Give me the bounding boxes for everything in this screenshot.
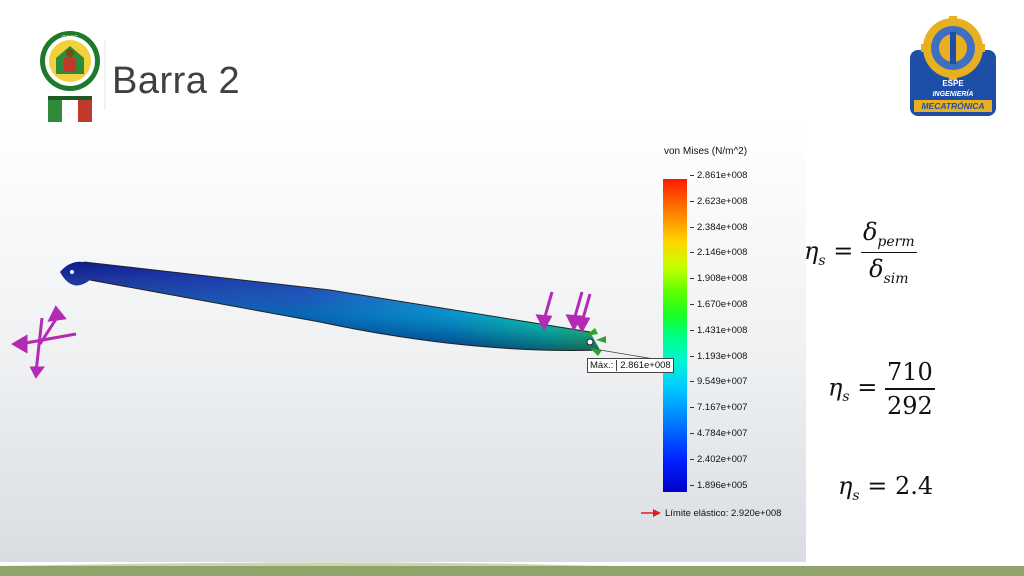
load-arrows-icon xyxy=(535,291,592,334)
eq1-den: δ xyxy=(869,255,884,284)
yield-label: Límite elástico: 2.920e+008 xyxy=(665,508,782,519)
eq1-lhs: η xyxy=(804,237,819,266)
legend-tick-label: 1.670e+008 xyxy=(690,299,756,310)
max-label-text: Máx.: xyxy=(590,360,614,371)
legend-tick-label: 1.431e+008 xyxy=(690,325,756,336)
legend-tick-label: 2.861e+008 xyxy=(690,170,756,181)
eq2-fraction: 710 292 xyxy=(884,358,935,420)
equation-safety-factor-definition: ηs = δperm δsim xyxy=(804,218,917,287)
eq1-den-sub: sim xyxy=(883,271,909,288)
legend-color-scale xyxy=(663,179,687,492)
espe-ingenieria-mecatronica-icon: ESPE INGENIERÍA MECATRÓNICA xyxy=(910,16,996,116)
eq3-op: = xyxy=(867,472,888,500)
eq1-lhs-sub: s xyxy=(818,252,826,269)
max-value: 2.861e+008 xyxy=(616,360,671,371)
left-restraint-icon xyxy=(11,305,77,379)
logo-line-2: INGENIERÍA xyxy=(933,89,974,98)
eq2-den: 292 xyxy=(886,391,933,420)
eq1-num-sub: perm xyxy=(877,233,915,250)
eq2-op: = xyxy=(857,373,878,402)
legend-tick-label: 2.146e+008 xyxy=(690,247,756,258)
logo-line-3: MECATRÓNICA xyxy=(921,100,984,111)
title-divider xyxy=(104,40,106,110)
eq3-lhs-sub: s xyxy=(852,487,860,504)
legend-tick-label: 9.549e+007 xyxy=(690,376,756,387)
legend-tick-label: 7.167e+007 xyxy=(690,402,756,413)
eq1-fraction: δperm δsim xyxy=(860,218,917,288)
legend-tick-label: 1.193e+008 xyxy=(690,351,756,362)
legend-title: von Mises (N/m^2) xyxy=(664,146,748,157)
red-arrow-icon xyxy=(641,509,661,518)
slide-title: Barra 2 xyxy=(112,60,241,102)
logo-line-1: ESPE xyxy=(942,79,964,88)
eq1-num: δ xyxy=(862,218,878,246)
eq1-op: = xyxy=(833,237,854,266)
espe-seal-logo: ESPE xyxy=(38,28,102,124)
eq3-lhs: η xyxy=(838,472,853,500)
legend-tick-label: 2.402e+007 xyxy=(690,454,756,465)
beam-hole xyxy=(70,270,74,274)
legend-tick-label: 2.623e+008 xyxy=(690,196,756,207)
yield-limit: Límite elástico: 2.920e+008 xyxy=(641,508,781,519)
max-annotation: Máx.: 2.861e+008 xyxy=(587,358,674,373)
seal-text: ESPE xyxy=(62,36,78,42)
eq2-num: 710 xyxy=(886,358,933,386)
legend-tick-label: 1.896e+005 xyxy=(690,480,756,491)
legend-tick-label: 2.384e+008 xyxy=(690,222,756,233)
espe-seal-icon: ESPE xyxy=(40,31,100,122)
equation-safety-factor-result: ηs = 2.4 xyxy=(838,472,933,504)
eq2-lhs-sub: s xyxy=(842,389,850,406)
eq3-rhs: 2.4 xyxy=(894,472,934,500)
legend-tick-label: 4.784e+007 xyxy=(690,428,756,439)
eq2-lhs: η xyxy=(828,373,843,402)
footer-band xyxy=(0,566,1024,576)
mecatronica-logo: ESPE INGENIERÍA MECATRÓNICA xyxy=(906,16,1000,120)
equation-safety-factor-values: ηs = 710 292 xyxy=(828,358,935,420)
legend-tick-label: 1.908e+008 xyxy=(690,273,756,284)
